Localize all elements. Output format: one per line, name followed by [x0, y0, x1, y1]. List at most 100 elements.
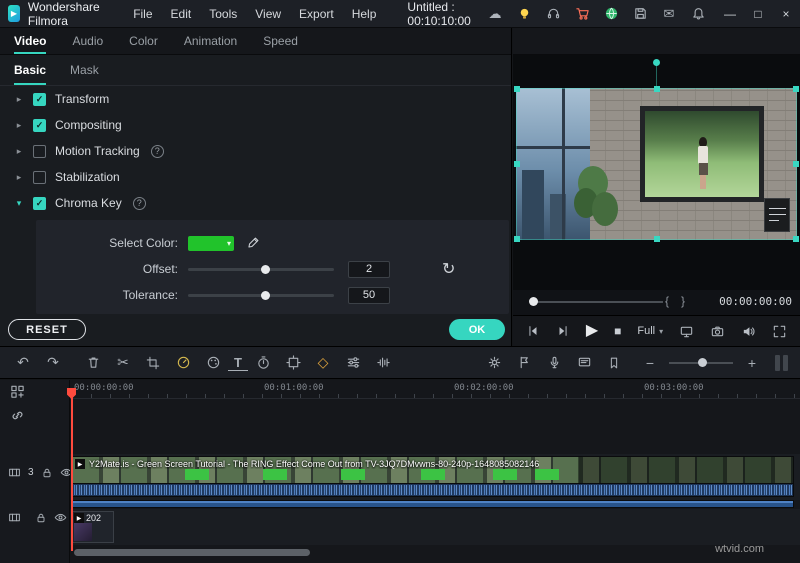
tolerance-value-field[interactable]: 50 [348, 286, 390, 304]
chevron-right-icon[interactable]: ▸ [14, 120, 24, 131]
redo-icon[interactable]: ↷ [38, 351, 68, 375]
tab-speed[interactable]: Speed [263, 28, 298, 54]
bell-icon[interactable] [690, 6, 706, 22]
text-tool-icon[interactable]: T [228, 354, 248, 371]
menu-edit[interactable]: Edit [162, 0, 201, 28]
tab-color[interactable]: Color [129, 28, 158, 54]
menu-tools[interactable]: Tools [200, 0, 246, 28]
headset-icon[interactable] [545, 6, 561, 22]
motion-tracking-checkbox[interactable] [33, 144, 46, 158]
stop-button[interactable]: ■ [614, 325, 621, 337]
compositing-checkbox[interactable]: ✓ [33, 118, 46, 132]
property-label: Stabilization [55, 170, 120, 184]
snapshot-camera-icon[interactable] [710, 324, 725, 339]
offset-slider[interactable] [188, 264, 334, 274]
mark-in-icon[interactable]: { [665, 294, 669, 308]
video-clip-green-screen[interactable]: ▶ Y2Mate.is - Green Screen Tutorial - Th… [72, 456, 794, 497]
keyframe-icon[interactable]: ◇ [308, 351, 338, 375]
bookmark-icon[interactable] [599, 351, 629, 375]
tab-mask[interactable]: Mask [70, 55, 99, 85]
quality-dropdown[interactable]: Full ▾ [637, 325, 663, 337]
fullscreen-icon[interactable] [772, 324, 787, 339]
help-icon[interactable]: ? [150, 144, 164, 158]
preview-video-frame[interactable] [516, 88, 797, 240]
adjust-sliders-icon[interactable] [338, 351, 368, 375]
play-button[interactable]: ▶ [586, 323, 598, 339]
mail-icon[interactable]: ✉ [661, 6, 677, 22]
previous-frame-icon[interactable] [526, 324, 540, 338]
tolerance-slider-thumb[interactable] [261, 290, 270, 300]
marker-flag-icon[interactable] [509, 351, 539, 375]
tab-basic[interactable]: Basic [14, 55, 47, 85]
tab-animation[interactable]: Animation [184, 28, 237, 54]
zoom-in-icon[interactable]: + [741, 351, 763, 375]
audio-denoise-icon[interactable] [368, 351, 398, 375]
manage-tracks-icon[interactable] [10, 384, 25, 399]
maximize-button[interactable]: □ [744, 0, 772, 28]
voiceover-mic-icon[interactable] [539, 351, 569, 375]
link-clips-icon[interactable] [10, 408, 25, 423]
reset-chroma-icon[interactable]: ↻ [442, 259, 455, 279]
property-compositing: ▸ ✓ Compositing [0, 112, 511, 138]
reset-button[interactable]: RESET [8, 319, 86, 340]
menu-file[interactable]: File [124, 0, 161, 28]
lock-track-icon[interactable] [41, 467, 53, 479]
color-swatch[interactable]: ▾ [188, 235, 234, 251]
bulb-icon[interactable] [516, 6, 532, 22]
timeline-ruler[interactable]: 00:00:00:00 00:01:00:00 00:02:00:00 00:0… [70, 380, 800, 399]
timeline-zoom-slider[interactable] [669, 357, 733, 367]
zoom-slider-thumb[interactable] [697, 357, 707, 367]
close-button[interactable]: × [772, 0, 800, 28]
offset-value-field[interactable]: 2 [348, 260, 390, 278]
display-device-icon[interactable] [679, 324, 694, 339]
duration-timer-icon[interactable] [248, 351, 278, 375]
split-scissors-icon[interactable]: ✂ [108, 351, 138, 375]
crop-icon[interactable] [138, 351, 168, 375]
eyedropper-icon[interactable] [246, 236, 260, 250]
seek-bar[interactable] [533, 301, 663, 303]
zoom-out-icon[interactable]: − [639, 351, 661, 375]
chevron-down-icon[interactable]: ▾ [14, 198, 24, 209]
rotate-handle[interactable] [653, 59, 660, 66]
audio-strip[interactable] [72, 500, 794, 508]
clip-thumbnails: ▶ Y2Mate.is - Green Screen Tutorial - Th… [72, 456, 794, 484]
menu-view[interactable]: View [246, 0, 290, 28]
offset-slider-thumb[interactable] [261, 264, 270, 274]
lock-track-icon[interactable] [35, 512, 47, 524]
transform-tool-icon[interactable] [278, 351, 308, 375]
undo-icon[interactable]: ↶ [8, 351, 38, 375]
playhead-line[interactable] [71, 392, 73, 551]
volume-icon[interactable] [741, 324, 756, 339]
delete-icon[interactable] [78, 351, 108, 375]
tab-audio[interactable]: Audio [72, 28, 103, 54]
save-icon[interactable] [632, 6, 648, 22]
color-palette-icon[interactable] [198, 351, 228, 375]
preview-timecode: 00:00:00:00 [719, 295, 792, 308]
chevron-right-icon[interactable]: ▸ [14, 172, 24, 183]
track-height-icon[interactable] [775, 354, 788, 371]
chevron-right-icon[interactable]: ▸ [14, 94, 24, 105]
menu-help[interactable]: Help [343, 0, 386, 28]
help-icon[interactable]: ? [132, 196, 146, 210]
cart-icon[interactable] [574, 6, 590, 22]
menu-export[interactable]: Export [290, 0, 343, 28]
cloud-icon[interactable]: ☁ [487, 6, 503, 22]
transform-checkbox[interactable]: ✓ [33, 92, 46, 106]
ok-button[interactable]: OK [449, 319, 505, 340]
speed-icon[interactable] [168, 351, 198, 375]
chroma-key-checkbox[interactable]: ✓ [33, 196, 46, 210]
clip-202[interactable]: ▶ 202 [72, 511, 114, 543]
tolerance-slider[interactable] [188, 290, 334, 300]
stabilization-checkbox[interactable] [33, 170, 46, 184]
seek-handle[interactable] [529, 297, 538, 306]
share-globe-icon[interactable] [603, 6, 619, 22]
tab-video[interactable]: Video [14, 28, 47, 54]
chevron-right-icon[interactable]: ▸ [14, 146, 24, 157]
minimize-button[interactable]: — [716, 0, 744, 28]
toggle-visibility-eye-icon[interactable] [54, 511, 67, 524]
subtitle-note-icon[interactable] [569, 351, 599, 375]
next-frame-icon[interactable] [556, 324, 570, 338]
horizontal-scrollbar[interactable] [74, 549, 310, 556]
render-settings-icon[interactable] [479, 351, 509, 375]
mark-out-icon[interactable]: } [681, 294, 685, 308]
